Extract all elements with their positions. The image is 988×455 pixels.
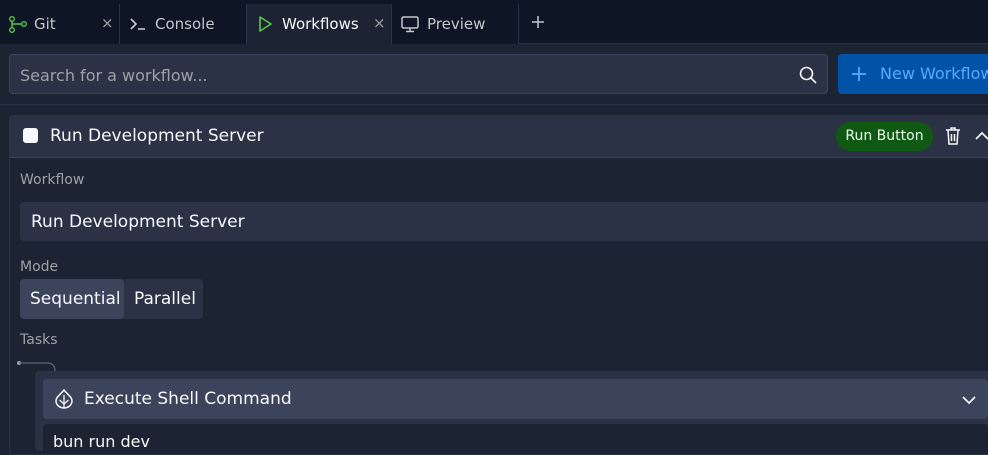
tab-preview-label: Preview xyxy=(427,15,486,33)
git-branch-icon xyxy=(9,16,27,33)
workflow-name-value: Run Development Server xyxy=(31,212,245,232)
tab-git[interactable]: Git × xyxy=(0,4,120,44)
tab-workflows-label: Workflows xyxy=(282,15,359,33)
tab-workflows[interactable]: Workflows × xyxy=(247,4,392,45)
workflow-title: Run Development Server xyxy=(50,126,264,146)
mode-field-label: Mode xyxy=(20,259,59,275)
search-input[interactable] xyxy=(20,65,780,85)
trash-icon[interactable] xyxy=(944,126,962,146)
new-workflow-label: New Workflow xyxy=(880,64,988,83)
task-command-field[interactable]: bun run dev xyxy=(43,424,988,454)
tab-console-label: Console xyxy=(155,15,215,33)
monitor-icon xyxy=(401,16,419,33)
search-icon[interactable] xyxy=(798,65,818,85)
task-command-value: bun run dev xyxy=(53,432,150,451)
plus-icon[interactable] xyxy=(529,13,547,31)
mode-parallel-button[interactable]: Parallel xyxy=(134,289,196,309)
plus-icon xyxy=(852,67,866,81)
search-box[interactable] xyxy=(9,54,828,94)
tab-git-label: Git xyxy=(34,15,56,33)
chevron-up-icon[interactable] xyxy=(974,128,988,144)
tab-preview[interactable]: Preview xyxy=(392,4,519,44)
workflow-name-field[interactable]: Run Development Server xyxy=(20,202,988,241)
shell-command-icon xyxy=(55,388,73,409)
tab-git-close-icon[interactable]: × xyxy=(101,14,114,32)
workflow-select-checkbox[interactable] xyxy=(23,128,38,143)
tab-console[interactable]: Console xyxy=(120,4,247,44)
mode-sequential-button[interactable]: Sequential xyxy=(20,279,124,319)
chevron-down-icon[interactable] xyxy=(961,392,977,408)
mode-sequential-label: Sequential xyxy=(30,289,121,309)
task-title: Execute Shell Command xyxy=(84,389,292,409)
workflow-field-label: Workflow xyxy=(20,172,85,188)
terminal-icon xyxy=(130,18,145,30)
new-workflow-button[interactable]: New Workflow xyxy=(838,54,988,94)
run-button[interactable]: Run Button xyxy=(836,122,933,151)
mode-toggle-group: Sequential Parallel xyxy=(20,279,203,319)
tasks-field-label: Tasks xyxy=(20,332,58,348)
tab-workflows-close-icon[interactable]: × xyxy=(373,14,386,32)
divider xyxy=(0,104,988,105)
play-icon xyxy=(259,16,272,32)
